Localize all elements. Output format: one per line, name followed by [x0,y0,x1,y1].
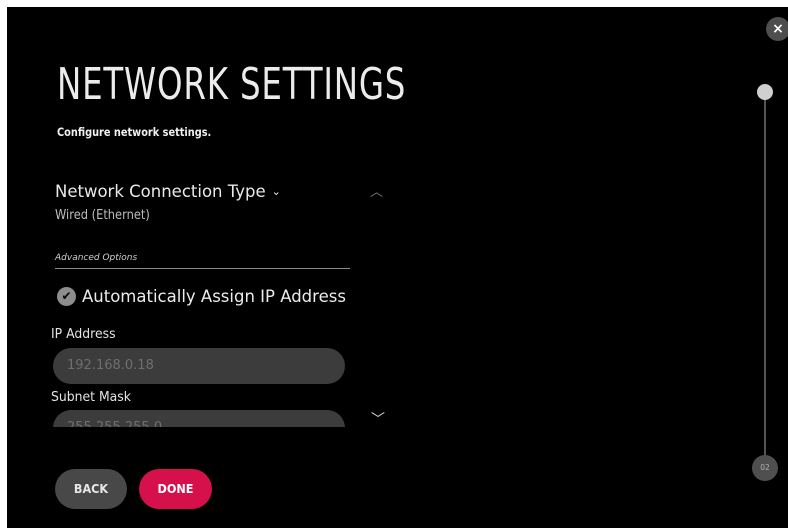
network-settings-screen: × NETWORK SETTINGS Configure network set… [7,7,788,528]
scroll-down-button[interactable]: ﹀ [371,409,385,429]
chevron-down-icon: ⌄ [271,185,281,198]
advanced-options-scroll-area[interactable]: ✔ Automatically Assign IP Address IP Addr… [47,277,367,427]
chevron-up-icon: ︿ [370,185,384,200]
done-button[interactable]: DONE [139,469,212,509]
ip-address-label: IP Address [51,326,116,342]
auto-assign-ip-label: Automatically Assign IP Address [82,287,346,306]
page-title: NETWORK SETTINGS [57,59,407,110]
chevron-down-icon: ﹀ [371,412,385,428]
advanced-options-divider [55,268,350,269]
advanced-options-label: Advanced Options [55,253,138,263]
close-icon: × [772,21,784,37]
network-connection-type-dropdown[interactable]: Network Connection Type ⌄ [55,182,281,201]
page-subtitle: Configure network settings. [57,125,212,139]
back-button[interactable]: BACK [55,469,127,509]
collapse-button[interactable]: ︿ [370,181,383,200]
connection-type-label: Network Connection Type [55,182,266,201]
close-button[interactable]: × [766,17,788,41]
checkmark-icon: ✔ [57,287,76,306]
connection-type-value: Wired (Ethernet) [55,208,150,223]
step-progress-track [764,95,766,465]
ip-address-field[interactable] [53,348,345,384]
subnet-mask-label: Subnet Mask [51,389,131,405]
step-indicator: 02 [752,455,778,481]
step-progress-dot [757,84,773,100]
subnet-mask-field[interactable] [53,410,345,427]
auto-assign-ip-checkbox[interactable]: ✔ Automatically Assign IP Address [57,286,346,306]
